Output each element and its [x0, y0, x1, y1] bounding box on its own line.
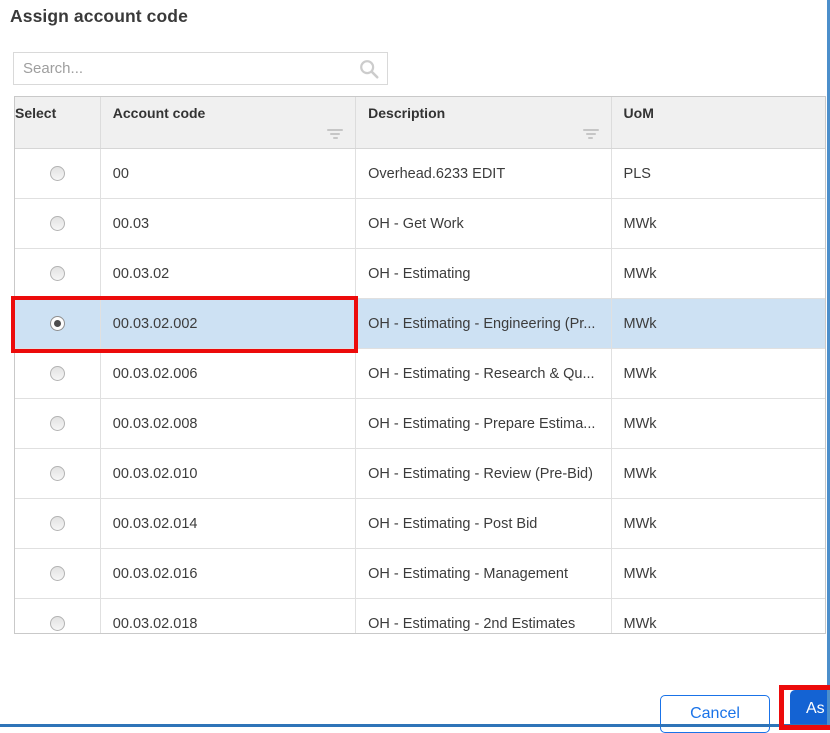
column-header-description: Description — [356, 97, 612, 148]
table-body: 00 Overhead.6233 EDIT PLS 00.03 OH - Get Wor… — [15, 149, 825, 633]
radio-button[interactable] — [49, 266, 65, 281]
radio-button[interactable] — [49, 566, 65, 581]
radio-button-selected[interactable] — [49, 316, 65, 331]
uom-cell: MWk — [623, 315, 657, 332]
column-header-label: Description — [368, 105, 446, 121]
uom-cell: MWk — [623, 265, 657, 282]
table-header-row: Select Account code Description UoM — [15, 97, 825, 149]
description-cell: OH - Estimating — [356, 249, 612, 298]
account-code-cell: 00.03.02.008 — [101, 399, 357, 448]
column-header-label: UoM — [623, 105, 654, 121]
account-code-table: Select Account code Description UoM 00 Overh… — [14, 96, 826, 634]
radio-button[interactable] — [49, 416, 65, 431]
select-cell — [15, 399, 101, 448]
account-code-cell: 00.03.02.016 — [101, 549, 357, 598]
description-cell: Overhead.6233 EDIT — [356, 149, 612, 198]
account-code-cell: 00.03.02.010 — [101, 449, 357, 498]
account-code-cell: 00.03.02.006 — [101, 349, 357, 398]
description-cell: OH - Estimating - Review (Pre-Bid) — [356, 449, 612, 498]
description-cell: OH - Estimating - Research & Qu... — [356, 349, 612, 398]
table-row[interactable]: 00.03.02.016 OH - Estimating - Management… — [15, 549, 825, 599]
column-header-label: Account code — [112, 105, 206, 121]
uom-cell: MWk — [623, 515, 657, 532]
radio-button[interactable] — [49, 466, 65, 481]
table-row[interactable]: 00 Overhead.6233 EDIT PLS — [15, 149, 825, 199]
description-cell: OH - Estimating - 2nd Estimates — [356, 599, 612, 633]
uom-cell: MWk — [623, 465, 657, 482]
table-row[interactable]: 00.03.02.006 OH - Estimating - Research &… — [15, 349, 825, 399]
column-header-label: Select — [15, 105, 57, 121]
table-row[interactable]: 00.03.02.002 OH - Estimating - Engineerin… — [15, 299, 825, 349]
column-header-code: Account code — [101, 97, 357, 148]
select-cell — [15, 349, 101, 398]
select-cell — [15, 149, 101, 198]
filter-icon[interactable] — [327, 129, 344, 139]
table-row[interactable]: 00.03.02 OH - Estimating MWk — [15, 249, 825, 299]
select-cell — [15, 449, 101, 498]
description-cell: OH - Estimating - Prepare Estima... — [356, 399, 612, 448]
radio-button[interactable] — [49, 166, 65, 181]
radio-button[interactable] — [49, 616, 65, 631]
column-header-uom: UoM — [612, 97, 825, 148]
table-row[interactable]: 00.03.02.008 OH - Estimating - Prepare Es… — [15, 399, 825, 449]
radio-button[interactable] — [49, 366, 65, 381]
uom-cell: MWk — [623, 615, 657, 632]
radio-button[interactable] — [49, 216, 65, 231]
uom-cell: MWk — [623, 365, 657, 382]
dialog-bottom-border — [0, 724, 830, 727]
select-cell — [15, 599, 101, 633]
account-code-cell: 00 — [101, 149, 357, 198]
account-code-cell: 00.03.02 — [101, 249, 357, 298]
select-cell — [15, 499, 101, 548]
filter-icon[interactable] — [582, 129, 599, 139]
account-code-cell: 00.03 — [101, 199, 357, 248]
select-cell — [15, 549, 101, 598]
search-box — [13, 52, 388, 85]
search-input[interactable] — [14, 53, 387, 84]
uom-cell: MWk — [623, 415, 657, 432]
account-code-cell: 00.03.02.018 — [101, 599, 357, 633]
account-code-cell: 00.03.02.002 — [101, 299, 357, 348]
select-cell — [15, 249, 101, 298]
description-cell: OH - Estimating - Management — [356, 549, 612, 598]
description-cell: OH - Estimating - Engineering (Pr... — [356, 299, 612, 348]
select-cell — [15, 199, 101, 248]
table-row[interactable]: 00.03.02.010 OH - Estimating - Review (Pr… — [15, 449, 825, 499]
dialog-title: Assign account code — [10, 6, 188, 26]
column-header-select: Select — [15, 97, 101, 148]
cancel-button[interactable]: Cancel — [660, 695, 770, 733]
description-cell: OH - Estimating - Post Bid — [356, 499, 612, 548]
description-cell: OH - Get Work — [356, 199, 612, 248]
table-row[interactable]: 00.03.02.018 OH - Estimating - 2nd Estima… — [15, 599, 825, 633]
uom-cell: MWk — [623, 565, 657, 582]
uom-cell: MWk — [623, 215, 657, 232]
table-row[interactable]: 00.03.02.014 OH - Estimating - Post Bid MW… — [15, 499, 825, 549]
select-cell — [15, 299, 101, 348]
assign-button[interactable]: As — [790, 690, 830, 728]
account-code-cell: 00.03.02.014 — [101, 499, 357, 548]
search-icon — [360, 60, 379, 79]
table-row[interactable]: 00.03 OH - Get Work MWk — [15, 199, 825, 249]
uom-cell: PLS — [623, 165, 651, 182]
radio-button[interactable] — [49, 516, 65, 531]
